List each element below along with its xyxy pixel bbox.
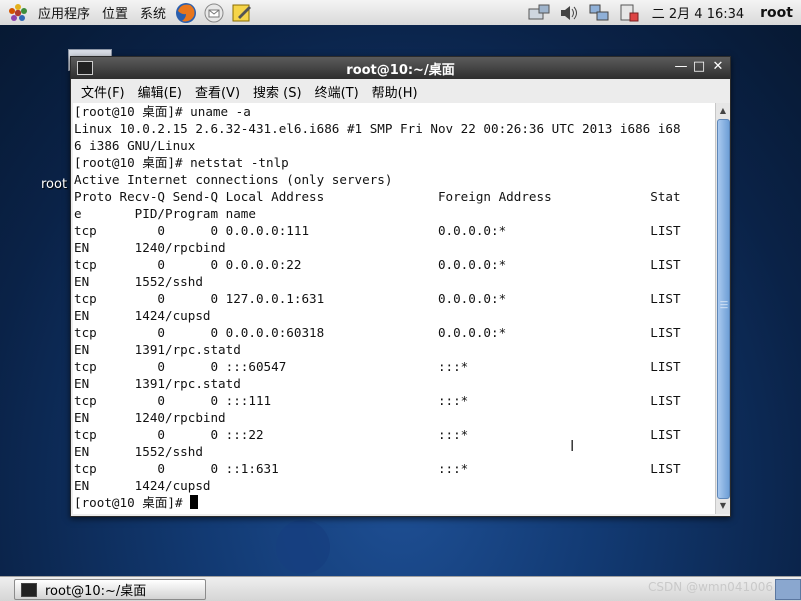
terminal-line: tcp 0 0 127.0.0.1:631 0.0.0.0:* LIST: [74, 291, 681, 306]
terminal-line: tcp 0 0 0.0.0.0:111 0.0.0.0:* LIST: [74, 223, 681, 238]
terminal-line: Linux 10.0.2.15 2.6.32-431.el6.i686 #1 S…: [74, 121, 681, 136]
clock[interactable]: 二 2月 4 16:34: [644, 3, 754, 22]
terminal-line: EN 1240/rpcbind: [74, 410, 226, 425]
menu-terminal[interactable]: 终端(T): [305, 82, 359, 101]
applications-icon[interactable]: [8, 3, 28, 23]
menu-places[interactable]: 位置: [96, 0, 134, 25]
menu-file[interactable]: 文件(F): [71, 82, 125, 101]
network-connections-icon[interactable]: [588, 3, 610, 23]
terminal-line: EN 1424/cupsd: [74, 478, 211, 493]
user-menu[interactable]: root: [754, 5, 801, 21]
terminal-line: [root@10 桌面]# netstat -tnlp: [74, 155, 289, 170]
menu-applications[interactable]: 应用程序: [32, 0, 96, 25]
mouse-ibeam-icon: Ⅰ: [570, 437, 575, 455]
system-tray: 二 2月 4 16:34 root: [524, 0, 801, 25]
terminal-line: tcp 0 0 :::22 :::* LIST: [74, 427, 681, 442]
terminal-prompt: [root@10 桌面]#: [74, 495, 191, 510]
menu-view[interactable]: 查看(V): [185, 82, 240, 101]
desktop-icon-label[interactable]: root: [41, 177, 67, 192]
grip-icon: — — —: [720, 297, 728, 312]
top-panel: 应用程序 位置 系统 二 2月 4 16:34 root: [0, 0, 801, 26]
scroll-down-arrow-icon[interactable]: ▼: [716, 499, 730, 513]
window-title: root@10:~/桌面: [346, 63, 455, 78]
terminal-line: e PID/Program name: [74, 206, 256, 221]
window-titlebar[interactable]: root@10:~/桌面 — □ ✕: [71, 57, 730, 79]
terminal-line: 6 i386 GNU/Linux: [74, 138, 196, 153]
volume-icon[interactable]: [558, 3, 580, 23]
workspace-switcher[interactable]: [775, 579, 801, 600]
terminal-line: tcp 0 0 :::111 :::* LIST: [74, 393, 681, 408]
background-glow: [276, 520, 330, 574]
bottom-panel: root@10:~/桌面 CSDN @wmn041006: [0, 576, 801, 601]
maximize-button[interactable]: □: [691, 59, 707, 75]
menu-search[interactable]: 搜索 (S): [243, 82, 302, 101]
terminal-line: tcp 0 0 0.0.0.0:22 0.0.0.0:* LIST: [74, 257, 681, 272]
menu-help[interactable]: 帮助(H): [362, 82, 418, 101]
terminal-line: tcp 0 0 0.0.0.0:60318 0.0.0.0:* LIST: [74, 325, 681, 340]
minimize-button[interactable]: —: [673, 59, 689, 75]
text-cursor: [190, 495, 199, 509]
updates-icon[interactable]: [618, 3, 640, 23]
terminal-line: EN 1240/rpcbind: [74, 240, 226, 255]
terminal-prompt-line[interactable]: [root@10 桌面]#: [73, 494, 715, 511]
taskbar-window-button[interactable]: root@10:~/桌面: [14, 579, 206, 600]
terminal-line: tcp 0 0 :::60547 :::* LIST: [74, 359, 681, 374]
network-manager-icon[interactable]: [528, 3, 550, 23]
menu-system[interactable]: 系统: [134, 0, 172, 25]
terminal-line: [root@10 桌面]# uname -a: [74, 104, 251, 119]
vertical-scrollbar[interactable]: ▲ — — — ▼: [715, 103, 730, 514]
terminal-line: tcp 0 0 ::1:631 :::* LIST: [74, 461, 681, 476]
terminal-line: EN 1391/rpc.statd: [74, 376, 241, 391]
terminal-line: Active Internet connections (only server…: [74, 172, 393, 187]
terminal-line: EN 1391/rpc.statd: [74, 342, 241, 357]
terminal-line: EN 1424/cupsd: [74, 308, 211, 323]
terminal-icon: [21, 582, 37, 597]
menu-edit[interactable]: 编辑(E): [128, 82, 182, 101]
watermark: CSDN @wmn041006: [648, 580, 773, 594]
close-button[interactable]: ✕: [710, 59, 726, 75]
taskbar-window-label: root@10:~/桌面: [45, 584, 147, 599]
terminal-window: root@10:~/桌面 — □ ✕ 文件(F) 编辑(E) 查看(V) 搜索 …: [70, 56, 731, 517]
menu-bar: 文件(F) 编辑(E) 查看(V) 搜索 (S) 终端(T) 帮助(H): [71, 79, 730, 103]
terminal-line: EN 1552/sshd: [74, 444, 203, 459]
terminal-output[interactable]: [root@10 桌面]# uname -a Linux 10.0.2.15 2…: [73, 103, 715, 514]
mail-client-icon[interactable]: [203, 2, 225, 24]
scroll-up-arrow-icon[interactable]: ▲: [716, 104, 730, 118]
terminal-line: EN 1552/sshd: [74, 274, 203, 289]
notes-editor-icon[interactable]: [231, 2, 253, 24]
firefox-icon[interactable]: [175, 2, 197, 24]
terminal-line: Proto Recv-Q Send-Q Local Address Foreig…: [74, 189, 681, 204]
scrollbar-thumb[interactable]: — — —: [717, 119, 730, 499]
